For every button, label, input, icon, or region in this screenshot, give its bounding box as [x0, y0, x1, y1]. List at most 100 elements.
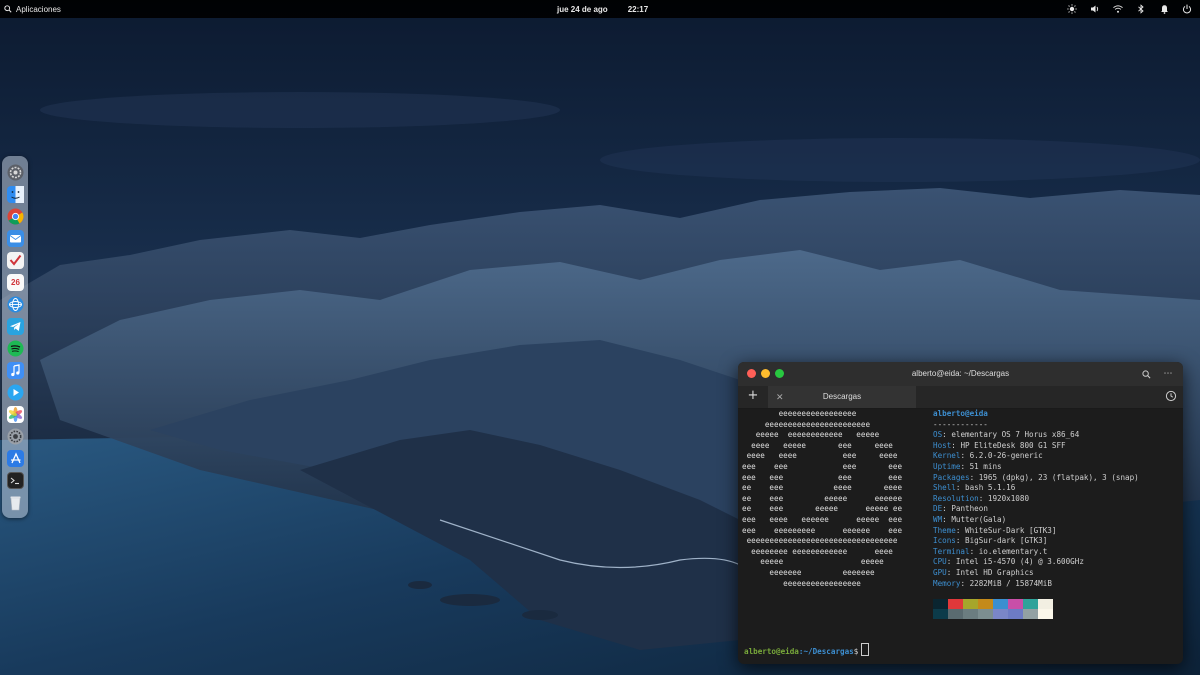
time-text: 22:17: [627, 4, 649, 14]
info-key: Terminal: [933, 546, 970, 556]
tab-history-icon[interactable]: [1165, 390, 1177, 402]
dock-telegram-icon[interactable]: [7, 318, 24, 335]
info-row: Theme: WhiteSur-Dark [GTK3]: [933, 525, 1057, 535]
info-row: Host: HP EliteDesk 800 G1 SFF: [933, 440, 1066, 450]
window-title: alberto@eida: ~/Descargas: [911, 369, 1010, 378]
tab-bar: + ✕ Descargas: [738, 386, 1183, 409]
info-row: DE: Pantheon: [933, 504, 988, 514]
terminal-output[interactable]: eeeeeeeeeeeeeeeee eeeeeeeeeeeeeeeeeeeeee…: [738, 409, 1183, 664]
applications-label: Aplicaciones: [16, 4, 61, 14]
palette-swatch: [963, 599, 978, 609]
info-value: BigSur-dark [GTK3]: [965, 536, 1048, 546]
shell-prompt[interactable]: alberto@eida:~/Descargas$: [744, 643, 870, 658]
system-indicators: [1067, 0, 1192, 18]
prompt-path: :~/Descargas: [798, 647, 854, 656]
date-text: jue 24 de ago: [557, 4, 608, 14]
info-key: Host: [933, 440, 952, 450]
info-row: Terminal: io.elementary.t: [933, 546, 1048, 556]
info-value: Pantheon: [951, 504, 988, 514]
info-row: OS: elementary OS 7 Horus x86_64: [933, 430, 1080, 440]
info-key: Icons: [933, 536, 956, 546]
info-key: Memory: [933, 578, 961, 588]
user-host: alberto@eida: [933, 409, 988, 418]
palette-swatch: [948, 599, 963, 609]
applications-menu[interactable]: Aplicaciones: [4, 0, 61, 18]
palette-swatch: [1008, 609, 1023, 619]
info-key: GPU: [933, 567, 947, 577]
info-key: OS: [933, 430, 943, 440]
search-icon[interactable]: [1140, 368, 1152, 380]
info-key: Kernel: [933, 451, 961, 461]
dock-app-store-icon[interactable]: [7, 450, 24, 467]
dock-videos-icon[interactable]: [7, 384, 24, 401]
text-cursor: [861, 643, 870, 656]
menu-icon[interactable]: ⋯: [1162, 368, 1174, 380]
dock-calendar-icon[interactable]: 26: [7, 274, 24, 291]
info-key: Packages: [933, 472, 970, 482]
info-key: Uptime: [933, 461, 961, 471]
prompt-symbol: $: [853, 647, 859, 656]
dock-music-icon[interactable]: [7, 362, 24, 379]
terminal-titlebar[interactable]: alberto@eida: ~/Descargas ⋯: [738, 362, 1183, 386]
color-palette: [933, 599, 1053, 619]
minimize-window-button[interactable]: [761, 369, 770, 378]
info-value: Mutter(Gala): [951, 514, 1007, 524]
info-key: Resolution: [933, 493, 979, 503]
palette-swatch: [963, 609, 978, 619]
dock: 26: [2, 156, 28, 518]
info-key: DE: [933, 504, 943, 514]
volume-icon[interactable]: [1090, 4, 1100, 14]
dock-tasks-icon[interactable]: [7, 252, 24, 269]
palette-swatch: [1038, 599, 1053, 609]
maximize-window-button[interactable]: [775, 369, 784, 378]
dock-spotify-icon[interactable]: [7, 340, 24, 357]
dock-photos-icon[interactable]: [7, 406, 24, 423]
info-row: Packages: 1965 (dpkg), 23 (flatpak), 3 (…: [933, 472, 1139, 482]
tab-descargas[interactable]: ✕ Descargas: [768, 386, 916, 408]
dock-finder-icon[interactable]: [7, 186, 24, 203]
info-value: 51 mins: [969, 461, 1002, 471]
dock-mail-icon[interactable]: [7, 230, 24, 247]
new-tab-button[interactable]: +: [746, 389, 760, 403]
power-icon[interactable]: [1182, 4, 1192, 14]
palette-swatch: [1008, 599, 1023, 609]
terminal-window: alberto@eida: ~/Descargas ⋯ + ✕ Descarga…: [738, 362, 1183, 664]
dock-settings-icon[interactable]: [7, 428, 24, 445]
info-row: Icons: BigSur-dark [GTK3]: [933, 536, 1048, 546]
bluetooth-icon[interactable]: [1136, 4, 1146, 14]
info-value: 1920x1080: [987, 493, 1030, 503]
palette-swatch: [948, 609, 963, 619]
neofetch-info: alberto@eida ------------ OS: elementary…: [933, 409, 1139, 588]
tab-label: Descargas: [822, 392, 862, 401]
search-icon: [4, 5, 12, 13]
info-key: Shell: [933, 483, 956, 493]
info-value: Intel HD Graphics: [955, 567, 1034, 577]
dock-trash-icon[interactable]: [7, 494, 24, 511]
info-row: Uptime: 51 mins: [933, 461, 1002, 471]
separator: ------------: [933, 419, 988, 429]
wifi-icon[interactable]: [1113, 4, 1123, 14]
dock-system-settings-icon[interactable]: [7, 164, 24, 181]
brightness-icon[interactable]: [1067, 4, 1077, 14]
info-row: Memory: 2282MiB / 15874MiB: [933, 578, 1052, 588]
dock-web-browser-icon[interactable]: [7, 296, 24, 313]
neofetch-logo: eeeeeeeeeeeeeeeee eeeeeeeeeeeeeeeeeeeeee…: [742, 409, 903, 588]
palette-swatch: [978, 599, 993, 609]
info-value: 1965 (dpkg), 23 (flatpak), 3 (snap): [978, 472, 1139, 482]
info-value: elementary OS 7 Horus x86_64: [951, 430, 1080, 440]
palette-swatch: [978, 609, 993, 619]
palette-swatch: [993, 609, 1008, 619]
palette-swatch: [1023, 599, 1038, 609]
info-row: Resolution: 1920x1080: [933, 493, 1030, 503]
info-value: 2282MiB / 15874MiB: [969, 578, 1052, 588]
dock-chrome-icon[interactable]: [7, 208, 24, 225]
datetime-indicator[interactable]: jue 24 de ago 22:17: [557, 0, 648, 18]
prompt-user: alberto@eida: [744, 647, 799, 656]
info-row: Shell: bash 5.1.16: [933, 483, 1016, 493]
close-window-button[interactable]: [747, 369, 756, 378]
info-key: WM: [933, 514, 943, 524]
notifications-icon[interactable]: [1159, 4, 1169, 14]
dock-terminal-icon[interactable]: [7, 472, 24, 489]
info-row: WM: Mutter(Gala): [933, 514, 1007, 524]
palette-swatch: [1023, 609, 1038, 619]
